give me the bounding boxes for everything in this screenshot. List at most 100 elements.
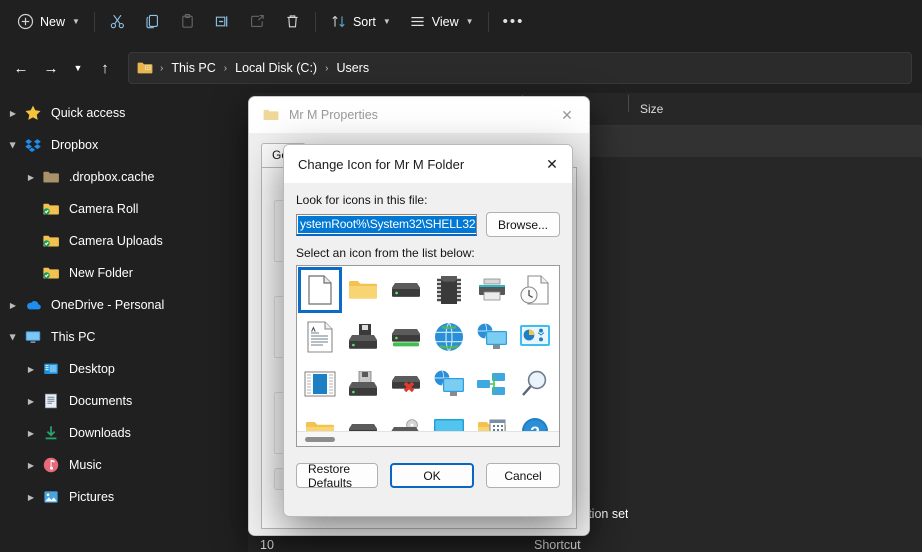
chevron-down-icon[interactable]: ▶ <box>9 326 18 348</box>
share-button[interactable] <box>240 6 275 38</box>
icon-option-window-frame[interactable] <box>559 270 560 310</box>
chevron-right-icon[interactable]: ▶ <box>2 109 24 118</box>
icon-option-network-computer[interactable] <box>430 364 468 404</box>
paste-button[interactable] <box>170 6 205 38</box>
ok-button[interactable]: OK <box>390 463 474 488</box>
column-header-size[interactable]: Size <box>628 102 708 116</box>
chevron-right-icon[interactable]: ▶ <box>2 301 24 310</box>
sidebar-item-music[interactable]: ▶ Music <box>2 449 242 481</box>
sidebar-item-new-folder[interactable]: ▶ New Folder <box>2 257 242 289</box>
sidebar-item-pictures[interactable]: ▶ Pictures <box>2 481 242 513</box>
chevron-right-icon[interactable]: ▶ <box>20 173 42 182</box>
icon-option-memory-chip[interactable] <box>430 270 468 310</box>
icon-list-horizontal-scrollbar[interactable] <box>297 431 559 446</box>
sidebar-item-documents[interactable]: ▶ Documents <box>2 385 242 417</box>
forward-button[interactable]: → <box>36 53 66 83</box>
breadcrumb-item-users[interactable]: Users <box>331 59 374 77</box>
back-button[interactable]: ← <box>6 53 36 83</box>
close-icon[interactable]: ✕ <box>545 97 589 133</box>
browse-button[interactable]: Browse... <box>486 212 560 237</box>
icon-option-floppy-drive[interactable] <box>344 317 382 357</box>
icon-list[interactable]: ? <box>296 265 560 447</box>
sidebar-item-label: Camera Roll <box>69 202 138 216</box>
folder-sync-icon <box>42 200 60 218</box>
sidebar-item-label: New Folder <box>69 266 133 280</box>
copy-button[interactable] <box>135 6 170 38</box>
chevron-right-icon[interactable]: ▶ <box>20 493 42 502</box>
sidebar-item-camera-uploads[interactable]: ▶ Camera Uploads <box>2 225 242 257</box>
delete-button[interactable] <box>275 6 310 38</box>
icon-option-network-globe-monitor[interactable] <box>473 317 511 357</box>
scrollbar-thumb[interactable] <box>305 437 335 442</box>
breadcrumb[interactable]: › This PC › Local Disk (C:) › Users <box>128 52 912 84</box>
breadcrumb-item-local-disk[interactable]: Local Disk (C:) <box>230 59 322 77</box>
icon-option-control-panel[interactable] <box>516 317 554 357</box>
sidebar-item-quick-access[interactable]: ▶ Quick access <box>2 97 242 129</box>
chevron-right-icon[interactable]: ▶ <box>20 365 42 374</box>
sidebar-item-label: Dropbox <box>51 138 98 152</box>
sidebar-item-dropbox[interactable]: ▶ Dropbox <box>2 129 242 161</box>
sidebar-item-label: Quick access <box>51 106 125 120</box>
properties-title: Mr M Properties <box>289 108 378 122</box>
chevron-down-icon[interactable]: ▶ <box>9 134 18 156</box>
sidebar-item-dropbox-cache[interactable]: ▶ .dropbox.cache <box>2 161 242 193</box>
new-button[interactable]: New ▼ <box>8 6 89 38</box>
dialog-title-bar: Change Icon for Mr M Folder ✕ <box>284 145 572 183</box>
icon-grid: ? <box>297 266 559 447</box>
chevron-right-icon[interactable]: ▶ <box>20 461 42 470</box>
icon-option-text-document[interactable] <box>301 317 339 357</box>
icon-option-window-list[interactable] <box>301 364 339 404</box>
close-icon[interactable]: ✕ <box>532 145 572 183</box>
icon-option-globe[interactable] <box>430 317 468 357</box>
sidebar-item-desktop[interactable]: ▶ Desktop <box>2 353 242 385</box>
navigation-pane[interactable]: ▶ Quick access ▶ Dropbox ▶ .dropbox.cach… <box>0 93 248 552</box>
icon-option-folder[interactable] <box>344 270 382 310</box>
up-button[interactable]: ↑ <box>90 53 120 83</box>
icon-option-sleep-monitor[interactable] <box>559 317 560 357</box>
copy-icon <box>144 13 161 30</box>
icon-option-blank-document[interactable] <box>301 270 339 310</box>
file-explorer-window: New ▼ <box>0 0 922 552</box>
sidebar-item-label: .dropbox.cache <box>69 170 154 184</box>
toolbar-divider-1 <box>94 12 95 32</box>
icon-option-disconnected-drive[interactable] <box>387 364 425 404</box>
more-options-button[interactable]: ••• <box>494 6 534 38</box>
folder-plain-icon <box>42 168 60 186</box>
icon-option-recent-document[interactable] <box>516 270 554 310</box>
chevron-down-icon[interactable]: ▼ <box>383 18 391 26</box>
sidebar-item-downloads[interactable]: ▶ Downloads <box>2 417 242 449</box>
chevron-down-icon[interactable]: ▼ <box>72 18 80 26</box>
network-nodes-icon <box>476 372 508 396</box>
breadcrumb-item-this-pc[interactable]: This PC <box>166 59 220 77</box>
icon-option-green-arrow-usb[interactable] <box>559 364 560 404</box>
folder-icon <box>137 61 153 75</box>
recent-document-icon <box>520 274 550 306</box>
sidebar-item-camera-roll[interactable]: ▶ Camera Roll <box>2 193 242 225</box>
chevron-right-icon[interactable]: ▶ <box>20 429 42 438</box>
icon-option-power-button[interactable] <box>559 411 560 447</box>
restore-defaults-button[interactable]: Restore Defaults <box>296 463 378 488</box>
control-panel-icon <box>519 324 551 350</box>
icon-option-green-drive[interactable] <box>387 317 425 357</box>
chevron-right-icon[interactable]: ▶ <box>20 397 42 406</box>
icon-option-network-nodes[interactable] <box>473 364 511 404</box>
sort-icon <box>330 13 347 30</box>
cut-button[interactable] <box>100 6 135 38</box>
printer-icon <box>477 278 507 302</box>
sort-button[interactable]: Sort ▼ <box>321 6 400 38</box>
icon-option-search-magnifier[interactable] <box>516 364 554 404</box>
change-icon-dialog[interactable]: Change Icon for Mr M Folder ✕ Look for i… <box>283 144 573 517</box>
sidebar-item-this-pc[interactable]: ▶ This PC <box>2 321 242 353</box>
icon-path-input[interactable]: ystemRoot%\System32\SHELL32.dll <box>296 214 477 236</box>
sidebar-item-onedrive-personal[interactable]: ▶ OneDrive - Personal <box>2 289 242 321</box>
rename-button[interactable] <box>205 6 240 38</box>
star-icon <box>24 104 42 122</box>
chevron-down-icon[interactable]: ▼ <box>466 18 474 26</box>
recent-locations-button[interactable]: ▼ <box>66 53 90 83</box>
icon-option-hard-drive[interactable] <box>387 270 425 310</box>
rename-icon <box>214 13 231 30</box>
icon-option-floppy-disk-drive[interactable] <box>344 364 382 404</box>
cancel-button[interactable]: Cancel <box>486 463 560 488</box>
icon-option-printer[interactable] <box>473 270 511 310</box>
view-button[interactable]: View ▼ <box>400 6 483 38</box>
